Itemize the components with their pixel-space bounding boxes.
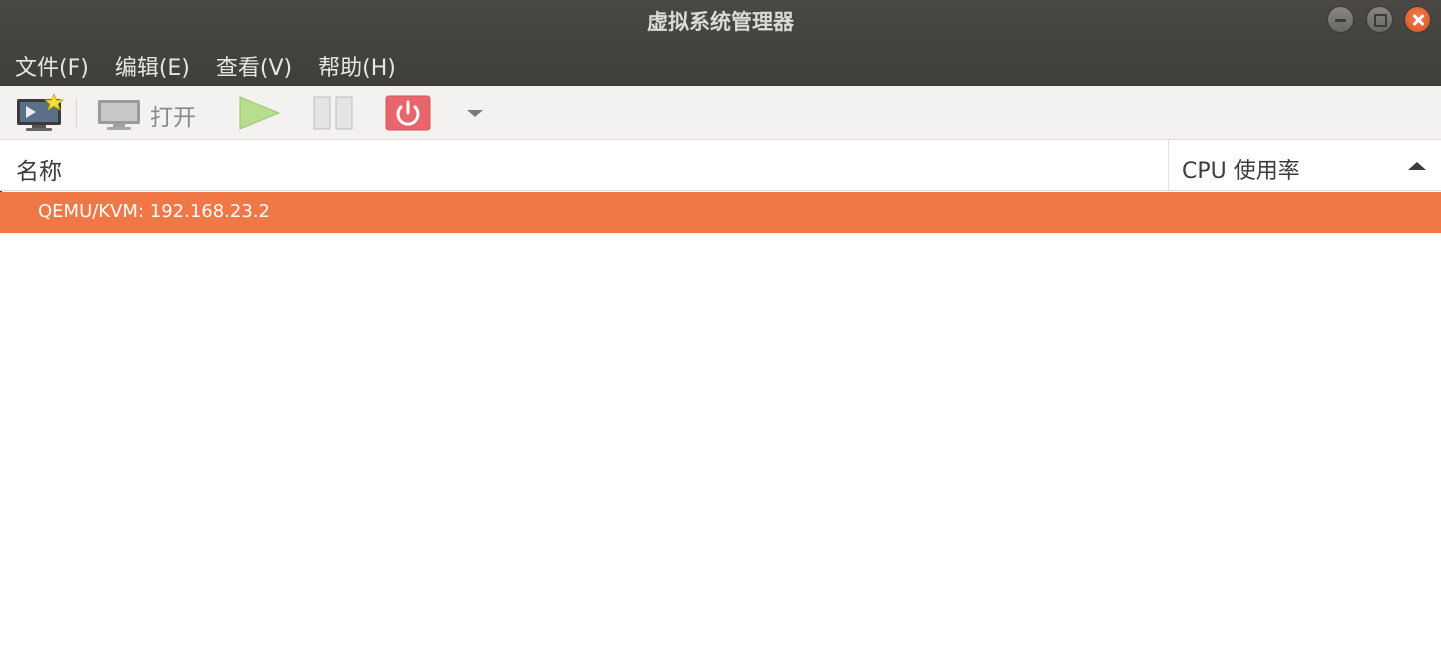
toolbar: 打开: [0, 86, 1441, 140]
chevron-down-icon: [467, 110, 483, 117]
open-button-label: 打开: [150, 105, 196, 131]
pause-icon: [313, 96, 353, 130]
shutdown-menu-button[interactable]: [460, 94, 490, 132]
run-button[interactable]: [236, 94, 282, 132]
column-divider[interactable]: [1168, 140, 1169, 191]
sort-ascending-icon[interactable]: [1408, 162, 1426, 170]
window-header: 虚拟系统管理器 文件(F) 编辑(E) 查看(V) 帮助(H): [0, 0, 1441, 86]
close-icon: [1405, 7, 1430, 32]
column-header-name[interactable]: 名称: [16, 152, 62, 186]
maximize-button[interactable]: [1366, 6, 1393, 33]
menu-file[interactable]: 文件(F): [15, 46, 89, 84]
connection-row[interactable]: QEMU/KVM: 192.168.23.2: [0, 192, 1441, 233]
minimize-button[interactable]: [1327, 6, 1354, 33]
vm-list-empty-area[interactable]: [0, 233, 1441, 667]
pause-button[interactable]: [312, 94, 356, 132]
play-icon: [239, 96, 281, 130]
column-header-cpu[interactable]: CPU 使用率: [1182, 153, 1300, 185]
open-button[interactable]: 打开: [96, 94, 212, 132]
list-header: 名称 CPU 使用率: [0, 140, 1441, 191]
power-icon: [385, 95, 431, 131]
menu-edit[interactable]: 编辑(E): [115, 46, 190, 84]
window-title: 虚拟系统管理器: [647, 10, 794, 34]
shutdown-button[interactable]: [384, 94, 432, 132]
new-vm-button[interactable]: [14, 92, 66, 132]
title-bar[interactable]: 虚拟系统管理器: [0, 0, 1441, 40]
menu-view[interactable]: 查看(V): [216, 46, 292, 84]
menubar: 文件(F) 编辑(E) 查看(V) 帮助(H): [0, 46, 407, 86]
monitor-icon: [98, 100, 140, 130]
monitor-with-star-icon: [17, 92, 65, 131]
minimize-icon: [1328, 7, 1353, 32]
menu-help[interactable]: 帮助(H): [318, 46, 396, 84]
close-button[interactable]: [1404, 6, 1431, 33]
toolbar-separator: [76, 98, 77, 128]
maximize-icon: [1367, 7, 1392, 32]
connection-label: QEMU/KVM: 192.168.23.2: [38, 201, 270, 222]
